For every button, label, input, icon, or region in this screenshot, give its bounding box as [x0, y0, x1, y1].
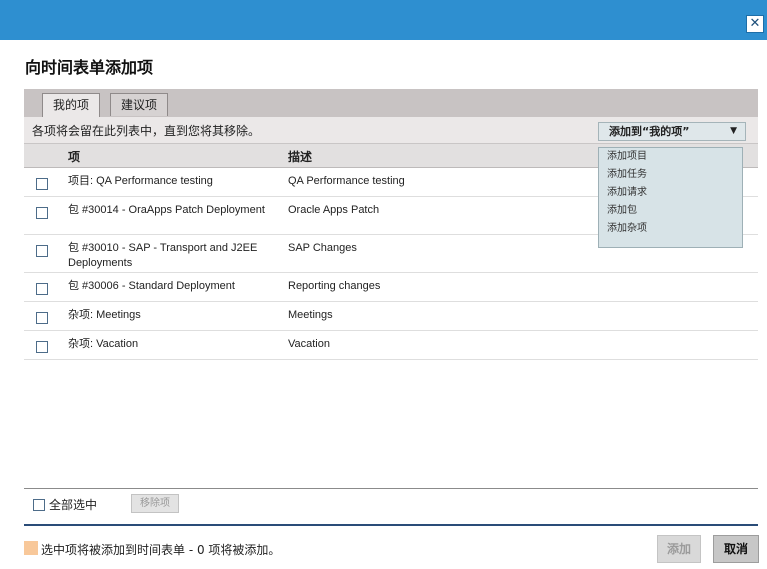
row-checkbox[interactable]: [36, 341, 48, 353]
dialog-title: 向时间表单添加项: [25, 58, 154, 77]
tab-suggested-items[interactable]: 建议项: [110, 93, 169, 116]
tab-my-items[interactable]: 我的项: [42, 93, 101, 118]
row-checkbox[interactable]: [36, 178, 48, 190]
row-item: 杂项: Vacation: [68, 338, 139, 350]
row-description: SAP Changes: [288, 242, 357, 254]
row-checkbox[interactable]: [36, 245, 48, 257]
menu-item-add-request[interactable]: 添加请求: [599, 184, 742, 202]
row-item: 杂项: Meetings: [68, 309, 141, 321]
remove-items-button[interactable]: 移除项: [131, 494, 179, 513]
legend-swatch: [24, 541, 38, 555]
menu-item-add-project[interactable]: 添加项目: [599, 148, 742, 166]
chevron-down-icon: ▼: [730, 126, 737, 136]
menu-item-add-task[interactable]: 添加任务: [599, 166, 742, 184]
info-message: 各项将会留在此列表中，直到您将其移除。: [32, 124, 261, 138]
add-dropdown-menu: 添加项目 添加任务 添加请求 添加包 添加杂项: [598, 147, 743, 248]
legend-text: 选中项将被添加到时间表单 - 0 项将被添加。: [41, 543, 281, 557]
divider: [24, 488, 758, 489]
select-all-label: 全部选中: [49, 498, 98, 512]
row-description: Reporting changes: [288, 280, 381, 292]
add-dropdown-label: 添加到“我的项”: [609, 125, 690, 138]
row-description: Meetings: [288, 309, 333, 321]
row-checkbox[interactable]: [36, 207, 48, 219]
column-header-item: 项: [68, 150, 81, 164]
row-item: 包 #30006 - Standard Deployment: [68, 280, 235, 292]
table-row[interactable]: 杂项: Vacation Vacation: [24, 331, 758, 360]
row-description: Vacation: [288, 338, 330, 350]
row-item: 包 #30014 - OraApps Patch Deployment: [68, 204, 265, 216]
select-all-checkbox[interactable]: [33, 499, 45, 511]
menu-item-add-misc[interactable]: 添加杂项: [599, 220, 742, 238]
menu-item-add-package[interactable]: 添加包: [599, 202, 742, 220]
column-header-description: 描述: [288, 150, 313, 164]
title-bar: ✕: [0, 0, 767, 40]
row-item: 项目: QA Performance testing: [68, 175, 213, 187]
add-to-my-items-dropdown[interactable]: 添加到“我的项” ▼: [598, 122, 746, 141]
row-description: QA Performance testing: [288, 175, 405, 187]
row-description: Oracle Apps Patch: [288, 204, 380, 216]
divider: [24, 524, 758, 526]
row-checkbox[interactable]: [36, 283, 48, 295]
select-all[interactable]: 全部选中: [33, 496, 97, 513]
table-row[interactable]: 包 #30006 - Standard Deployment Reporting…: [24, 273, 758, 302]
table-row[interactable]: 杂项: Meetings Meetings: [24, 302, 758, 331]
row-item: 包 #30010 - SAP - Transport and J2EE Depl…: [68, 242, 258, 269]
cancel-button[interactable]: 取消: [713, 535, 759, 563]
close-icon[interactable]: ✕: [746, 15, 764, 33]
tab-bar: 我的项 建议项: [24, 89, 758, 118]
row-checkbox[interactable]: [36, 312, 48, 324]
add-button[interactable]: 添加: [657, 535, 701, 563]
